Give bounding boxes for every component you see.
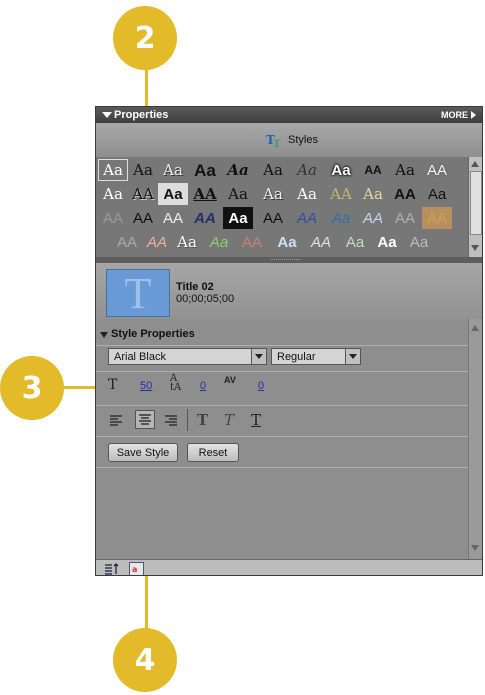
style-swatch[interactable]: AA — [142, 231, 172, 253]
style-swatch[interactable]: AA — [358, 207, 388, 229]
save-style-button[interactable]: Save Style — [108, 443, 178, 462]
scroll-thumb[interactable] — [470, 171, 482, 235]
gallery-scrollbar[interactable] — [468, 157, 482, 257]
align-right-icon[interactable] — [164, 414, 178, 427]
style-swatch[interactable]: AA — [158, 207, 188, 229]
style-swatch[interactable]: AA — [128, 183, 158, 205]
style-swatch[interactable]: Aa — [258, 159, 288, 181]
callout-3: 3 — [0, 356, 64, 420]
font-size-icon: T — [108, 377, 118, 393]
style-swatch[interactable]: AA — [128, 207, 158, 229]
callout-4: 4 — [113, 628, 177, 692]
style-swatch[interactable]: AA — [292, 207, 322, 229]
style-gallery: Aa Aa Aa Aa Aa Aa Aa Aa AA Aa AA Aa AA Aa AA Aa Aa Aa AA Aa… — [96, 157, 468, 257]
style-swatch[interactable]: AA — [190, 183, 220, 205]
font-style-select[interactable]: Regular — [271, 348, 361, 365]
collapse-triangle-icon[interactable] — [102, 112, 112, 118]
svg-text:T: T — [273, 139, 281, 148]
style-swatch[interactable]: AA — [422, 207, 452, 229]
svg-text:a: a — [132, 565, 137, 573]
style-swatch[interactable]: AA — [390, 183, 420, 205]
style-swatch[interactable]: Aa — [204, 231, 234, 253]
style-swatch[interactable]: Aa — [190, 159, 220, 181]
style-swatch[interactable]: Aa — [326, 159, 356, 181]
leading-icon: AtA — [170, 373, 182, 393]
bold-icon[interactable]: T — [197, 411, 208, 429]
style-swatch[interactable]: AA — [422, 159, 452, 181]
style-swatch[interactable]: Aa — [223, 159, 253, 181]
style-properties-header[interactable]: Style Properties — [96, 325, 468, 343]
properties-panel: Properties MORE T T Styles Aa Aa Aa Aa Aa Aa A… — [95, 106, 483, 576]
style-swatch[interactable]: Aa — [390, 159, 420, 181]
scroll-up-icon[interactable] — [471, 325, 479, 331]
style-swatch[interactable]: AA — [112, 231, 142, 253]
toolbar-divider — [187, 409, 188, 431]
italic-icon[interactable]: T — [224, 411, 234, 429]
style-swatch[interactable]: AA — [326, 183, 356, 205]
scroll-up-icon[interactable] — [471, 161, 479, 167]
panel-footer: a — [96, 559, 482, 575]
panel-title: Properties — [114, 109, 169, 121]
kerning-icon: AV — [224, 375, 236, 385]
expand-triangle-icon[interactable] — [100, 332, 108, 338]
style-swatch[interactable]: Aa — [272, 231, 302, 253]
styles-header: T T Styles — [96, 123, 482, 158]
style-swatch[interactable]: Aa — [223, 207, 253, 229]
style-swatch[interactable]: Aa — [340, 231, 370, 253]
style-swatch[interactable]: Aa — [326, 207, 356, 229]
font-style-value: Regular — [277, 351, 316, 363]
scroll-down-icon[interactable] — [471, 545, 479, 551]
chevron-down-icon[interactable] — [345, 349, 360, 364]
style-swatch[interactable]: Aa — [98, 159, 128, 181]
style-swatch[interactable]: Aa — [372, 231, 402, 253]
panel-titlebar: Properties MORE — [96, 107, 482, 123]
align-left-icon[interactable] — [109, 414, 123, 427]
kerning-value[interactable]: 0 — [258, 380, 264, 392]
style-swatch[interactable]: AA — [358, 159, 388, 181]
text-styles-icon: T T — [266, 132, 284, 150]
style-swatch[interactable]: Aa — [128, 159, 158, 181]
list-sort-icon[interactable] — [105, 562, 119, 575]
clip-info: T Title 02 00;00;05;00 — [96, 263, 482, 320]
style-swatch[interactable]: AA — [390, 207, 420, 229]
underline-icon[interactable]: T — [251, 411, 261, 429]
new-style-icon[interactable]: a — [129, 562, 144, 575]
style-swatch[interactable]: Aa — [404, 231, 434, 253]
style-swatch[interactable]: AA — [258, 207, 288, 229]
style-properties-title: Style Properties — [111, 328, 195, 340]
clip-name: Title 02 — [176, 281, 214, 293]
more-menu-button[interactable]: MORE — [441, 110, 468, 120]
style-swatch[interactable]: Aa — [158, 159, 188, 181]
style-swatch[interactable]: Aa — [292, 159, 322, 181]
font-family-select[interactable]: Arial Black — [108, 348, 267, 365]
style-properties-section: Style Properties Arial Black Regular T 5… — [96, 319, 468, 565]
style-swatch[interactable]: AA — [306, 231, 336, 253]
reset-button[interactable]: Reset — [187, 443, 239, 462]
chevron-down-icon[interactable] — [251, 349, 266, 364]
style-swatch[interactable]: Aa — [292, 183, 322, 205]
properties-scrollbar[interactable] — [468, 319, 482, 559]
style-swatch[interactable]: Aa — [422, 183, 452, 205]
style-swatch[interactable]: Aa — [223, 183, 253, 205]
leading-value[interactable]: 0 — [200, 380, 206, 392]
more-arrow-icon[interactable] — [471, 111, 476, 119]
callout-2: 2 — [113, 6, 177, 70]
title-thumbnail: T — [106, 269, 170, 318]
styles-label: Styles — [288, 134, 318, 146]
style-swatch[interactable]: AA — [190, 207, 220, 229]
style-swatch[interactable]: Aa — [98, 183, 128, 205]
scroll-down-icon[interactable] — [471, 245, 479, 251]
clip-duration: 00;00;05;00 — [176, 293, 235, 305]
style-swatch[interactable]: Aa — [258, 183, 288, 205]
style-swatch[interactable]: Aa — [172, 231, 202, 253]
font-size-value[interactable]: 50 — [140, 380, 152, 392]
style-swatch[interactable]: Aa — [358, 183, 388, 205]
font-family-value: Arial Black — [114, 351, 166, 363]
style-swatch[interactable]: Aa — [158, 183, 188, 205]
style-swatch[interactable]: AA — [98, 207, 128, 229]
align-center-icon[interactable] — [135, 410, 155, 429]
style-swatch[interactable]: AA — [237, 231, 267, 253]
